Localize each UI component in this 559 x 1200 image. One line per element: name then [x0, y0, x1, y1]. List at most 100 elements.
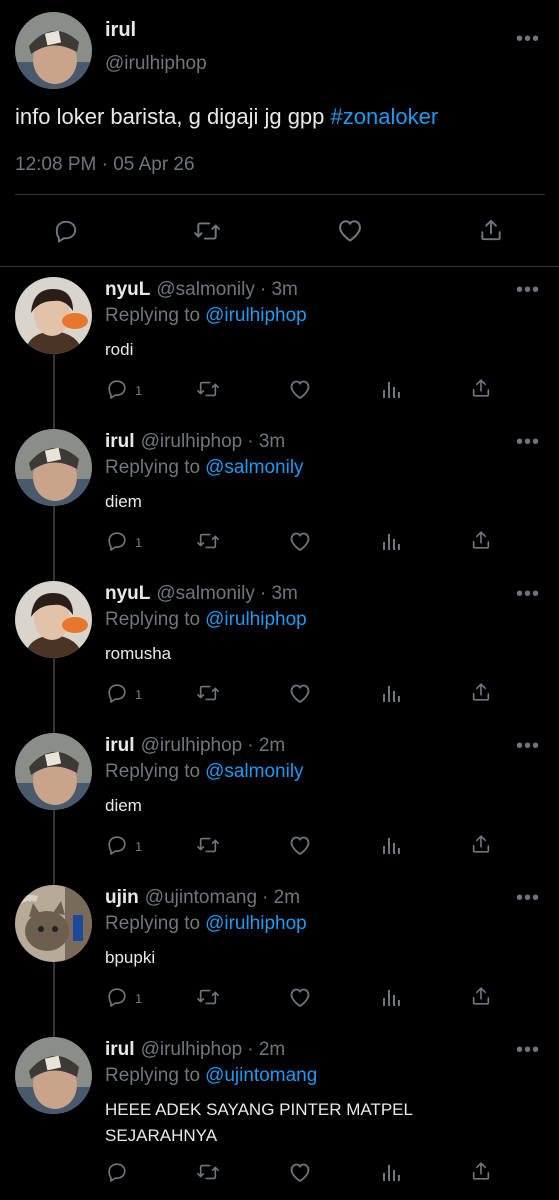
- retweet-icon[interactable]: [194, 986, 222, 1008]
- views-icon[interactable]: [380, 378, 402, 400]
- reply-header: ujin @ujintomang · 2m: [105, 887, 300, 909]
- author-handle[interactable]: @salmonily: [156, 583, 254, 604]
- reply-text: diem: [105, 796, 142, 815]
- more-options-icon[interactable]: •••: [516, 888, 540, 908]
- more-options-icon[interactable]: •••: [516, 29, 540, 49]
- reply-time[interactable]: · 3m: [260, 583, 298, 604]
- author-name[interactable]: irul: [105, 735, 135, 756]
- share-icon[interactable]: [470, 376, 492, 400]
- replying-to-label: Replying to: [105, 305, 201, 326]
- share-icon[interactable]: [470, 832, 492, 856]
- views-icon[interactable]: [380, 834, 402, 856]
- avatar[interactable]: [15, 429, 92, 506]
- replying-to: Replying to @irulhiphop: [105, 609, 307, 631]
- reply-header: irul @irulhiphop · 2m: [105, 735, 285, 757]
- avatar[interactable]: [15, 885, 92, 962]
- retweet-icon[interactable]: [194, 1161, 222, 1183]
- reply-text: bpupki: [105, 948, 156, 967]
- more-options-icon[interactable]: •••: [516, 584, 540, 604]
- author-handle[interactable]: @irulhiphop: [105, 53, 207, 75]
- like-icon[interactable]: [336, 217, 364, 243]
- views-icon[interactable]: [380, 682, 402, 704]
- tweet-timestamp[interactable]: 12:08 PM · 05 Apr 26: [15, 154, 195, 176]
- more-options-icon[interactable]: •••: [516, 280, 540, 300]
- views-icon[interactable]: [380, 530, 402, 552]
- thread-line: [53, 810, 55, 885]
- retweet-icon[interactable]: [194, 530, 222, 552]
- share-icon[interactable]: [470, 1159, 492, 1183]
- thread-line: [53, 962, 55, 1037]
- replying-to-link[interactable]: @ujintomang: [205, 1065, 317, 1086]
- avatar[interactable]: [15, 733, 92, 810]
- reply-header: nyuL @salmonily · 3m: [105, 279, 298, 301]
- retweet-icon[interactable]: [194, 378, 222, 400]
- more-options-icon[interactable]: •••: [516, 736, 540, 756]
- hashtag-link[interactable]: #zonaloker: [331, 104, 439, 129]
- reply-time[interactable]: · 2m: [247, 1039, 285, 1060]
- replying-to-link[interactable]: @irulhiphop: [205, 913, 307, 934]
- author-name[interactable]: nyuL: [105, 583, 150, 604]
- avatar[interactable]: [15, 277, 92, 354]
- replying-to-link[interactable]: @irulhiphop: [205, 305, 307, 326]
- thread-line: [53, 354, 55, 429]
- share-icon[interactable]: [470, 984, 492, 1008]
- author-name[interactable]: irul: [105, 431, 135, 452]
- avatar[interactable]: [15, 12, 92, 89]
- reply-time[interactable]: · 2m: [247, 735, 285, 756]
- reply-count: 1: [135, 839, 143, 854]
- author-handle[interactable]: @salmonily: [156, 279, 254, 300]
- replying-to-link[interactable]: @salmonily: [205, 457, 303, 478]
- reply-icon[interactable]: [105, 378, 129, 400]
- like-icon[interactable]: [288, 1161, 312, 1183]
- author-handle[interactable]: @ujintomang: [145, 887, 257, 908]
- author-name[interactable]: nyuL: [105, 279, 150, 300]
- replying-to-link[interactable]: @salmonily: [205, 761, 303, 782]
- author-handle[interactable]: @irulhiphop: [141, 431, 243, 452]
- replying-to: Replying to @irulhiphop: [105, 305, 307, 327]
- reply-header: irul @irulhiphop · 3m: [105, 431, 285, 453]
- replying-to-label: Replying to: [105, 913, 201, 934]
- reply-icon[interactable]: [105, 986, 129, 1008]
- retweet-icon[interactable]: [194, 834, 222, 856]
- reply-count: 1: [135, 383, 143, 398]
- like-icon[interactable]: [288, 682, 312, 704]
- share-icon[interactable]: [478, 216, 504, 244]
- reply-icon[interactable]: [53, 218, 79, 244]
- more-options-icon[interactable]: •••: [516, 1040, 540, 1060]
- tweet-text-plain: info loker barista, g digaji jg gpp: [15, 104, 331, 129]
- author-handle[interactable]: @irulhiphop: [141, 1039, 243, 1060]
- reply-time[interactable]: · 2m: [262, 887, 300, 908]
- like-icon[interactable]: [288, 378, 312, 400]
- divider: [0, 266, 559, 267]
- author-name[interactable]: irul: [105, 19, 136, 42]
- avatar[interactable]: [15, 581, 92, 658]
- replying-to: Replying to @ujintomang: [105, 1065, 317, 1087]
- reply-time[interactable]: · 3m: [260, 279, 298, 300]
- replying-to: Replying to @irulhiphop: [105, 913, 307, 935]
- author-handle[interactable]: @irulhiphop: [141, 735, 243, 756]
- reply-count: 1: [135, 535, 143, 550]
- like-icon[interactable]: [288, 986, 312, 1008]
- author-name[interactable]: irul: [105, 1039, 135, 1060]
- avatar[interactable]: [15, 1037, 92, 1114]
- retweet-icon[interactable]: [194, 682, 222, 704]
- reply-text: romusha: [105, 644, 172, 663]
- replying-to-label: Replying to: [105, 609, 201, 630]
- replying-to-link[interactable]: @irulhiphop: [205, 609, 307, 630]
- more-options-icon[interactable]: •••: [516, 432, 540, 452]
- retweet-icon[interactable]: [192, 218, 222, 244]
- like-icon[interactable]: [288, 530, 312, 552]
- like-icon[interactable]: [288, 834, 312, 856]
- reply-text: HEEE ADEK SAYANG PINTER MATPEL SEJARAHNY…: [105, 1100, 413, 1145]
- reply-icon[interactable]: [105, 1161, 129, 1183]
- views-icon[interactable]: [380, 986, 402, 1008]
- views-icon[interactable]: [380, 1161, 402, 1183]
- reply-icon[interactable]: [105, 530, 129, 552]
- reply-icon[interactable]: [105, 682, 129, 704]
- reply-time[interactable]: · 3m: [247, 431, 285, 452]
- share-icon[interactable]: [470, 680, 492, 704]
- replying-to: Replying to @salmonily: [105, 761, 304, 783]
- author-name[interactable]: ujin: [105, 887, 139, 908]
- reply-icon[interactable]: [105, 834, 129, 856]
- share-icon[interactable]: [470, 528, 492, 552]
